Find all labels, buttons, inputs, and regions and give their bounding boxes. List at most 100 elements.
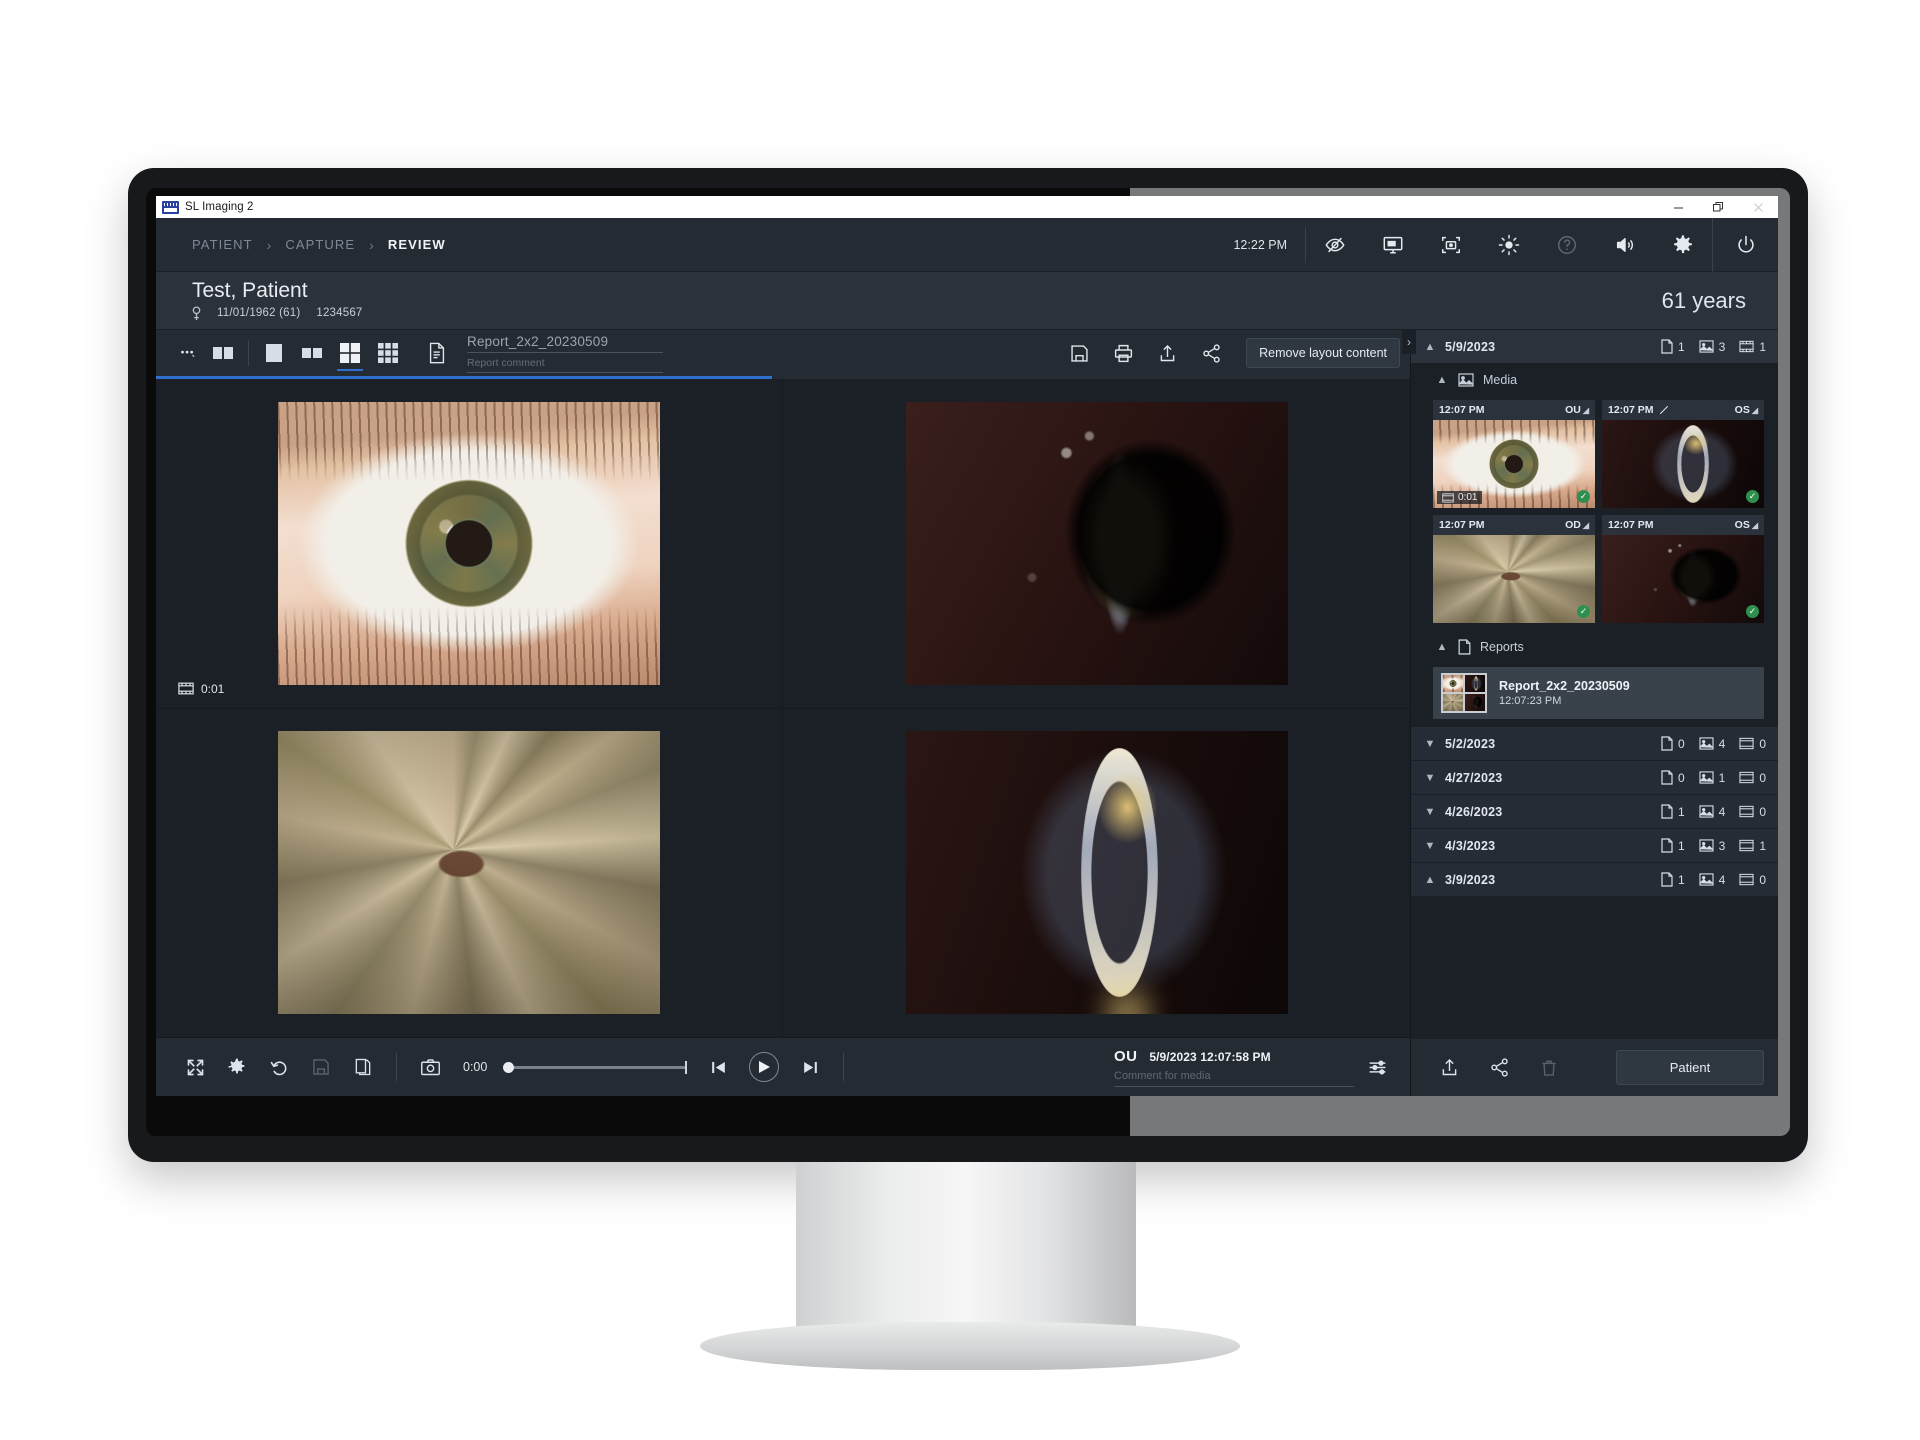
- session-header-5-2-2023[interactable]: ▼ 5/2/2023 0 4 0: [1411, 727, 1778, 761]
- power-icon[interactable]: [1712, 217, 1778, 272]
- thumbnail-image: ✓: [1602, 420, 1764, 508]
- volume-icon[interactable]: [1596, 218, 1654, 272]
- save-icon[interactable]: [300, 1047, 342, 1087]
- monitor-bezel: SL Imaging 2 PATIENT › CAPTURE › REVIEW …: [128, 168, 1808, 1162]
- playback-scrubber[interactable]: [503, 1060, 688, 1074]
- layout-1x2-wide-button[interactable]: [206, 336, 240, 370]
- share-icon[interactable]: [1477, 1048, 1521, 1088]
- print-icon[interactable]: [1102, 336, 1144, 370]
- report-name-input[interactable]: Report_2x2_20230509: [467, 334, 663, 353]
- viewer-toolbar: Report_2x2_20230509 Report comment Remov…: [156, 330, 1410, 376]
- media-thumbnail[interactable]: 12:07 PM OU ◢ 0:01 ✓: [1433, 400, 1595, 508]
- report-count: 0: [1661, 736, 1685, 751]
- image-icon: [1458, 373, 1474, 387]
- thumbnail-header: 12:07 PM OS ◢: [1602, 515, 1764, 535]
- chevron-down-icon: ▼: [1424, 771, 1436, 784]
- scrubber-rail[interactable]: [514, 1065, 686, 1069]
- thumbnail-eye: OS ◢: [1735, 519, 1758, 531]
- image-anterior-eye: [278, 401, 660, 685]
- viewer-panel: Report_2x2_20230509 Report comment Remov…: [156, 330, 1410, 1096]
- grid-cell-slit-lamp-od[interactable]: [783, 379, 1410, 709]
- app-logo-icon: [162, 200, 179, 214]
- video-count-value: 1: [1759, 838, 1766, 853]
- selected-check-icon: ✓: [1577, 490, 1590, 503]
- media-thumbnail[interactable]: 12:07 PM OS ◢ ✓: [1602, 400, 1764, 508]
- report-item-time: 12:07:23 PM: [1499, 695, 1562, 707]
- session-header-4-3-2023[interactable]: ▼ 4/3/2023 1 3 1: [1411, 829, 1778, 863]
- rotate-left-icon[interactable]: [258, 1047, 300, 1087]
- grid-cell-slit-beam-os[interactable]: [783, 709, 1410, 1038]
- export-icon[interactable]: [1146, 336, 1188, 370]
- study-sidebar: › ▲ 5/9/2023 1 3 1 ▲ Media 12:07 PM OU ◢…: [1402, 330, 1778, 1096]
- breadcrumb-capture[interactable]: CAPTURE: [285, 237, 355, 252]
- layout-selector: [257, 336, 405, 371]
- media-comment-input[interactable]: Comment for media: [1114, 1065, 1354, 1087]
- media-thumbnail[interactable]: 12:07 PM OS ◢ ✓: [1602, 515, 1764, 623]
- maximize-restore-button[interactable]: [1698, 196, 1738, 218]
- report-comment-input[interactable]: Report comment: [467, 353, 663, 373]
- close-button[interactable]: [1738, 196, 1778, 218]
- thumbnail-eye-label: OD: [1565, 519, 1581, 531]
- grid-cell-anterior-eye[interactable]: 0:01: [156, 379, 783, 709]
- header-toolbar: 12:22 PM: [1215, 217, 1778, 272]
- session-header-5-9-2023[interactable]: ▲ 5/9/2023 1 3 1: [1411, 330, 1778, 364]
- levels-icon[interactable]: [1354, 1057, 1400, 1078]
- session-header-4-27-2023[interactable]: ▼ 4/27/2023 0 1 0: [1411, 761, 1778, 795]
- report-list-item[interactable]: Report_2x2_20230509 12:07:23 PM: [1433, 667, 1764, 719]
- report-document-icon[interactable]: [419, 336, 455, 370]
- thumbnail-duration-badge: 0:01: [1437, 491, 1483, 504]
- settings-gear-icon[interactable]: [1654, 218, 1712, 272]
- session-header-3-9-2023[interactable]: ▲ 3/9/2023 1 4 0: [1411, 863, 1778, 897]
- copy-icon[interactable]: [342, 1047, 384, 1087]
- chevron-right-icon[interactable]: ›: [1402, 330, 1416, 354]
- image-slit-beam-os: [905, 731, 1288, 1015]
- help-icon[interactable]: [1538, 218, 1596, 272]
- report-count-value: 1: [1677, 872, 1685, 887]
- corner-marker-icon: ◢: [1751, 405, 1758, 415]
- session-date: 3/9/2023: [1445, 872, 1496, 887]
- minimize-button[interactable]: [1658, 196, 1698, 218]
- remove-layout-content-button[interactable]: Remove layout content: [1246, 338, 1400, 368]
- monitor-presentation-icon[interactable]: [1364, 218, 1422, 272]
- skip-previous-icon[interactable]: [697, 1047, 739, 1087]
- corner-marker-icon: ◢: [1751, 520, 1758, 530]
- capture-region-icon[interactable]: [1422, 218, 1480, 272]
- window-title: SL Imaging 2: [185, 201, 254, 213]
- grid-cell-iris-macro[interactable]: [156, 708, 783, 1038]
- play-button[interactable]: [749, 1052, 780, 1082]
- thumbnail-header: 12:07 PM OU ◢: [1433, 400, 1595, 420]
- sidebar-footer: Patient: [1411, 1038, 1778, 1096]
- save-icon[interactable]: [1058, 336, 1100, 370]
- patient-bar: Test, Patient 11/01/1962 (61) 1234567 61…: [156, 272, 1778, 330]
- breadcrumb-separator: ›: [369, 236, 374, 253]
- header-clock: 12:22 PM: [1215, 226, 1306, 263]
- layout-2x2-button[interactable]: [333, 336, 367, 371]
- skip-next-icon[interactable]: [789, 1047, 831, 1087]
- corner-marker-icon: ◢: [1582, 520, 1589, 530]
- share-icon[interactable]: [1190, 336, 1232, 370]
- session-header-4-26-2023[interactable]: ▼ 4/26/2023 1 4 0: [1411, 795, 1778, 829]
- section-header-media[interactable]: ▲ Media: [1411, 364, 1778, 396]
- image-count-value: 3: [1718, 339, 1726, 354]
- report-count: 0: [1661, 770, 1685, 785]
- brightness-icon[interactable]: [1480, 218, 1538, 272]
- camera-icon[interactable]: [409, 1047, 451, 1087]
- adjust-gear-icon[interactable]: [216, 1047, 258, 1087]
- scrubber-handle[interactable]: [503, 1061, 515, 1073]
- breadcrumb-review[interactable]: REVIEW: [388, 237, 446, 252]
- thumbnail-eye: OS ◢: [1735, 404, 1758, 416]
- video-count: 0: [1739, 805, 1766, 819]
- eye-off-icon[interactable]: [1306, 218, 1364, 272]
- more-options-icon[interactable]: [170, 336, 206, 370]
- breadcrumb-patient[interactable]: PATIENT: [192, 237, 253, 252]
- layout-3x3-button[interactable]: [371, 336, 405, 370]
- layout-1x1-button[interactable]: [257, 336, 291, 370]
- layout-1x2-button[interactable]: [295, 336, 329, 370]
- patient-button[interactable]: Patient: [1616, 1050, 1764, 1085]
- image-count-value: 3: [1718, 838, 1726, 853]
- media-thumbnail[interactable]: 12:07 PM OD ◢ ✓: [1433, 515, 1595, 623]
- delete-icon[interactable]: [1527, 1048, 1571, 1088]
- section-header-reports[interactable]: ▲ Reports: [1411, 631, 1778, 663]
- fullscreen-icon[interactable]: [174, 1047, 216, 1087]
- export-icon[interactable]: [1427, 1048, 1471, 1088]
